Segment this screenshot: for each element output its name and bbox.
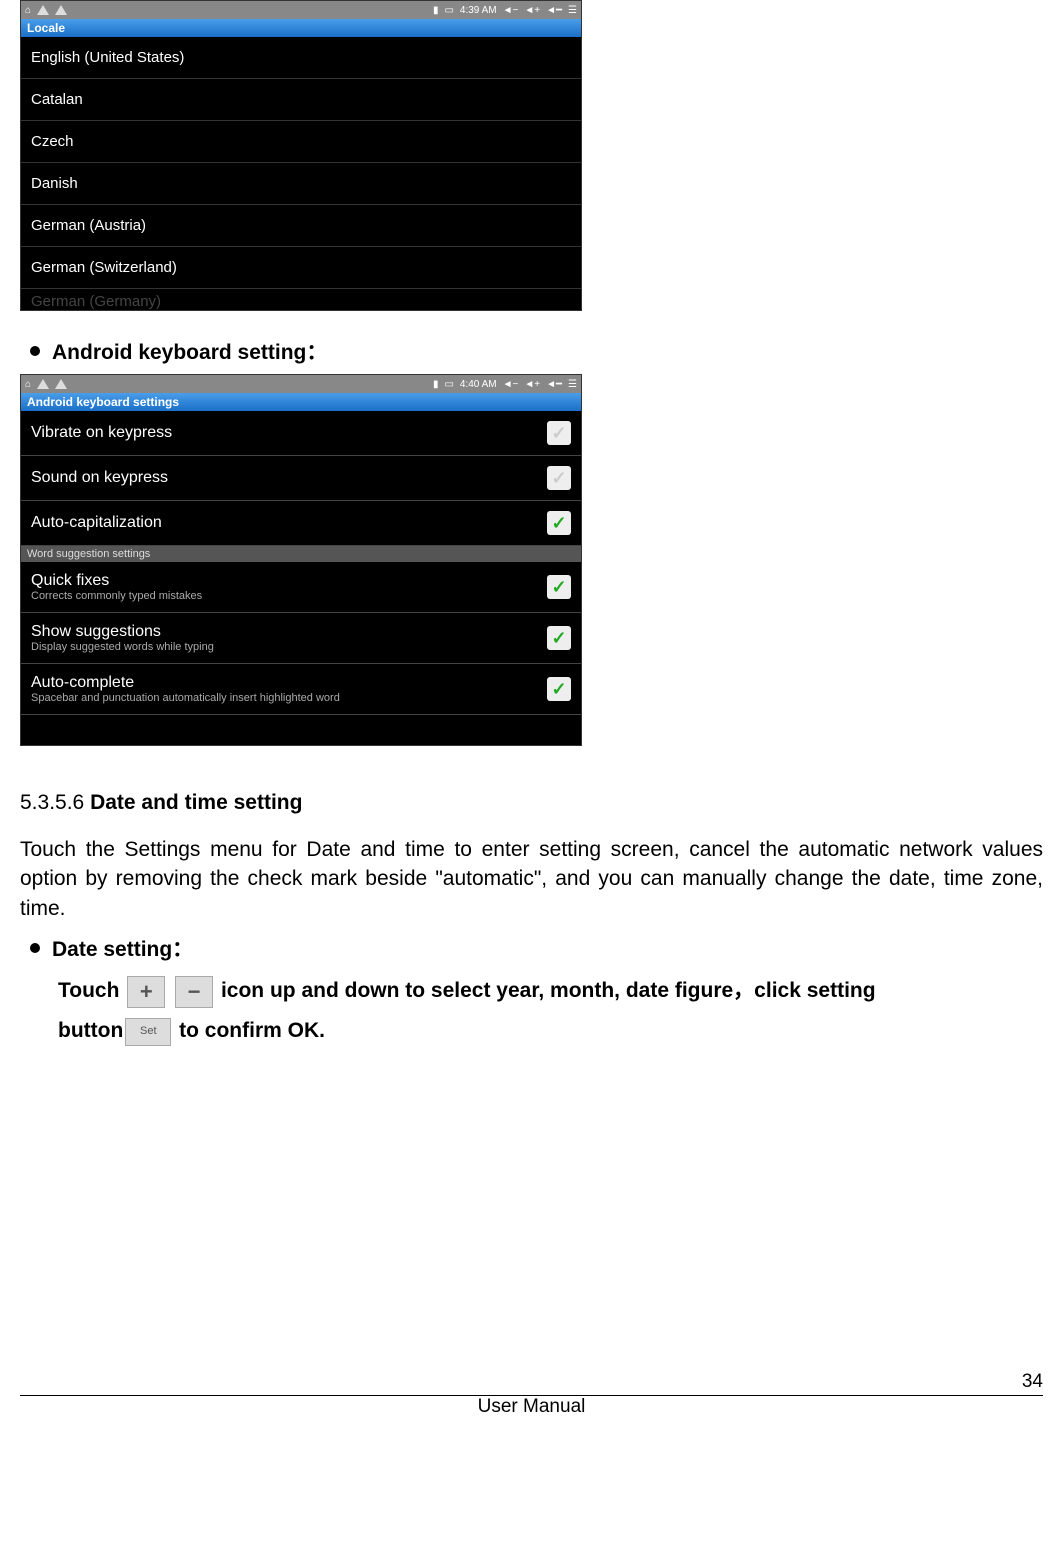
warning-icon — [37, 5, 49, 15]
menu-icon: ☰ — [568, 5, 577, 16]
locale-item[interactable]: German (Austria) — [21, 205, 581, 247]
checkbox[interactable]: ✓ — [547, 677, 571, 701]
volume-down-icon: ◄− — [503, 379, 519, 390]
locale-screenshot: ⌂ ▮ ▭ 4:39 AM ◄− ◄+ ◄━ ☰ Locale English … — [20, 0, 582, 311]
instr-text: to confirm OK. — [179, 1019, 325, 1042]
checkbox[interactable]: ✓ — [547, 421, 571, 445]
kb-setting-row[interactable]: Show suggestions Display suggested words… — [21, 613, 581, 664]
kb-row-title: Quick fixes — [31, 572, 202, 590]
kb-setting-row[interactable]: Vibrate on keypress ✓ — [21, 411, 581, 456]
instr-text: button — [58, 1019, 123, 1042]
titlebar: Android keyboard settings — [21, 393, 581, 411]
kb-setting-row[interactable]: Sound on keypress ✓ — [21, 456, 581, 501]
heading-text: Date setting： — [52, 933, 193, 963]
bullet-icon — [30, 943, 40, 953]
locale-item[interactable]: English (United States) — [21, 37, 581, 79]
checkbox[interactable]: ✓ — [547, 626, 571, 650]
kb-row-subtitle: Spacebar and punctuation automatically i… — [31, 692, 340, 704]
sdcard-icon: ▭ — [444, 379, 453, 390]
footer-label: User Manual — [20, 1396, 1043, 1418]
kb-row-title: Auto-complete — [31, 674, 340, 692]
kb-setting-row[interactable]: Auto-complete Spacebar and punctuation a… — [21, 664, 581, 715]
section-heading: 5.3.5.6 Date and time setting — [20, 791, 1043, 815]
bullet-icon — [30, 346, 40, 356]
locale-item[interactable]: Danish — [21, 163, 581, 205]
clock: 4:40 AM — [460, 379, 497, 390]
plus-icon[interactable]: + — [127, 976, 165, 1008]
home-icon: ⌂ — [25, 379, 31, 390]
locale-item[interactable]: Czech — [21, 121, 581, 163]
battery-icon: ▮ — [433, 5, 439, 16]
back-icon: ◄━ — [546, 379, 562, 390]
set-button[interactable]: Set — [125, 1018, 171, 1046]
body-paragraph: Touch the Settings menu for Date and tim… — [20, 835, 1043, 923]
volume-up-icon: ◄+ — [524, 5, 540, 16]
kb-setting-row[interactable]: Quick fixes Corrects commonly typed mist… — [21, 562, 581, 613]
status-bar: ⌂ ▮ ▭ 4:40 AM ◄− ◄+ ◄━ ☰ — [21, 375, 581, 393]
minus-icon[interactable]: − — [175, 976, 213, 1008]
home-icon: ⌂ — [25, 5, 31, 16]
page-footer: 34 User Manual — [0, 1371, 1063, 1433]
checkbox[interactable]: ✓ — [547, 466, 571, 490]
status-bar: ⌂ ▮ ▭ 4:39 AM ◄− ◄+ ◄━ ☰ — [21, 1, 581, 19]
instr-text: Touch — [58, 979, 125, 1002]
kb-row-subtitle: Display suggested words while typing — [31, 641, 214, 653]
section-header: Word suggestion settings — [21, 546, 581, 562]
volume-down-icon: ◄− — [503, 5, 519, 16]
battery-icon: ▮ — [433, 379, 439, 390]
kb-row-title: Vibrate on keypress — [31, 424, 172, 442]
warning-icon — [55, 379, 67, 389]
date-instructions: Touch + − icon up and down to select yea… — [58, 971, 1043, 1051]
locale-item[interactable]: Catalan — [21, 79, 581, 121]
section-title: Date and time setting — [90, 791, 302, 814]
heading-keyboard: Android keyboard setting： — [30, 336, 1043, 366]
instr-text: icon up and down to select year, month, … — [221, 979, 876, 1002]
checkbox[interactable]: ✓ — [547, 511, 571, 535]
clock: 4:39 AM — [460, 5, 497, 16]
kb-row-title: Sound on keypress — [31, 469, 168, 487]
kb-row-title: Auto-capitalization — [31, 514, 162, 532]
volume-up-icon: ◄+ — [524, 379, 540, 390]
kb-setting-row[interactable]: Auto-capitalization ✓ — [21, 501, 581, 546]
kb-row-title: Show suggestions — [31, 623, 214, 641]
locale-item[interactable]: German (Switzerland) — [21, 247, 581, 289]
menu-icon: ☰ — [568, 379, 577, 390]
sdcard-icon: ▭ — [444, 5, 453, 16]
locale-item[interactable]: German (Germany) — [21, 289, 581, 310]
heading-text: Android keyboard setting： — [52, 336, 327, 366]
heading-date: Date setting： — [30, 933, 1043, 963]
kb-row-subtitle: Corrects commonly typed mistakes — [31, 590, 202, 602]
warning-icon — [55, 5, 67, 15]
warning-icon — [37, 379, 49, 389]
page-number: 34 — [1022, 1371, 1043, 1393]
section-number: 5.3.5.6 — [20, 791, 90, 814]
titlebar: Locale — [21, 19, 581, 37]
checkbox[interactable]: ✓ — [547, 575, 571, 599]
back-icon: ◄━ — [546, 5, 562, 16]
keyboard-screenshot: ⌂ ▮ ▭ 4:40 AM ◄− ◄+ ◄━ ☰ Android keyboar… — [20, 374, 582, 746]
